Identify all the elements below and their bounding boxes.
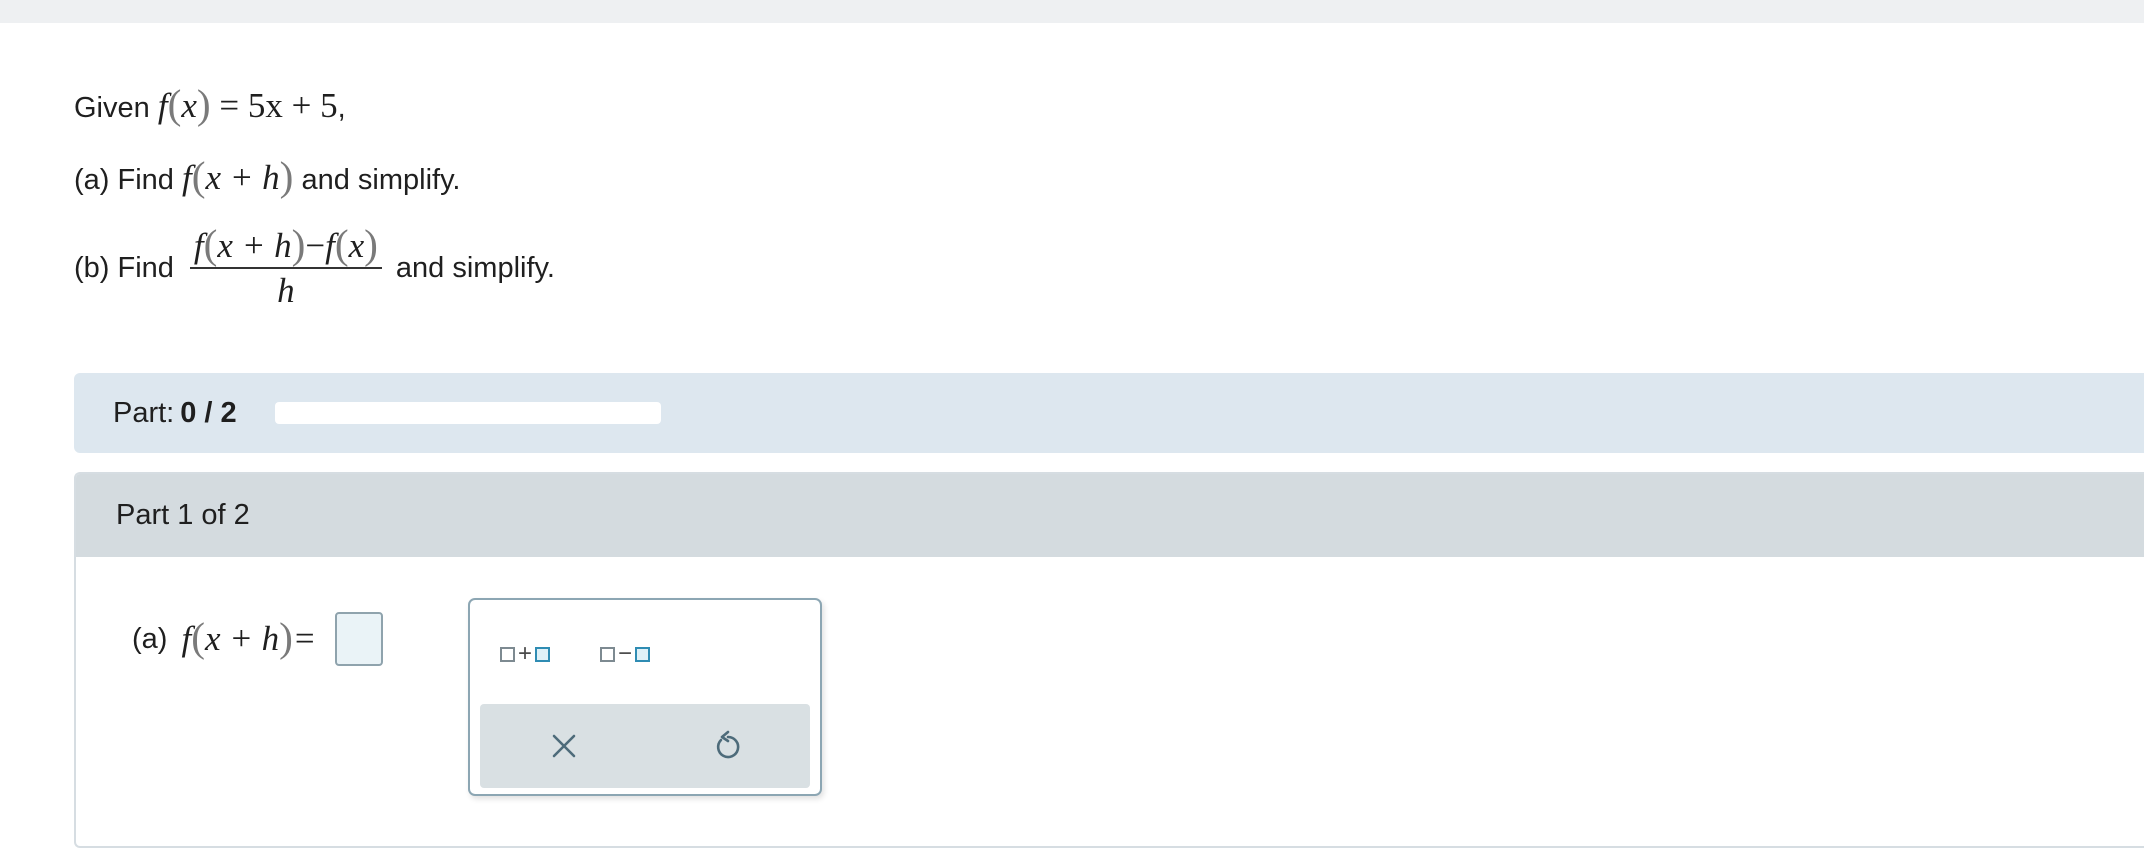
answer-input[interactable] <box>334 612 383 666</box>
answer-row: (a) f(x + h)= <box>132 612 383 666</box>
part-b-prefix: (b) Find <box>74 251 174 284</box>
undo-icon <box>716 730 740 759</box>
given-trail: , <box>337 92 346 124</box>
placeholder-box-icon <box>600 646 616 662</box>
problem-given: Given f(x) = 5x + 5, <box>74 81 346 127</box>
fraction-numerator: f(x + h)−f(x) <box>193 221 378 267</box>
answer-expression: f(x + h)= <box>181 614 315 660</box>
problem-part-b: (b) Find f(x + h)−f(x) h and simplify. <box>74 221 555 310</box>
undo-button[interactable] <box>710 728 746 764</box>
box-plus-box-button[interactable]: + <box>500 640 551 667</box>
given-function: f(x) = 5x + 5 <box>157 81 338 127</box>
part-a-expression: f(x + h) <box>181 153 294 199</box>
clear-button[interactable] <box>546 728 582 764</box>
minus-operator: − <box>618 640 633 667</box>
part-title: Part 1 of 2 <box>116 499 250 531</box>
palette-actions <box>480 704 810 788</box>
active-box-icon <box>635 646 651 662</box>
part-card: Part 1 of 2 (a) f(x + h)= + − <box>74 472 2144 848</box>
math-palette: + − <box>468 598 822 796</box>
part-a-prefix: (a) Find <box>74 164 174 196</box>
box-minus-box-button[interactable]: − <box>600 640 651 667</box>
part-header: Part 1 of 2 <box>76 474 2144 557</box>
difference-quotient: f(x + h)−f(x) h <box>189 221 382 310</box>
placeholder-box-icon <box>500 646 515 662</box>
palette-keys: + − <box>500 640 651 667</box>
close-icon <box>552 734 576 758</box>
top-strip <box>0 0 2144 23</box>
progress-label: Part: 0 / 2 <box>113 396 237 429</box>
problem-part-a: (a) Find f(x + h) and simplify. <box>74 153 461 199</box>
answer-label: (a) <box>132 622 168 655</box>
active-box-icon <box>535 646 551 662</box>
fraction-denominator: h <box>277 271 295 310</box>
part-progress: Part: 0 / 2 <box>74 373 2144 453</box>
progress-track <box>274 402 661 424</box>
part-b-suffix: and simplify. <box>395 251 555 284</box>
progress-value: 0 / 2 <box>180 396 237 429</box>
given-label: Given <box>74 92 150 124</box>
plus-operator: + <box>518 640 533 667</box>
part-a-suffix: and simplify. <box>301 164 461 196</box>
